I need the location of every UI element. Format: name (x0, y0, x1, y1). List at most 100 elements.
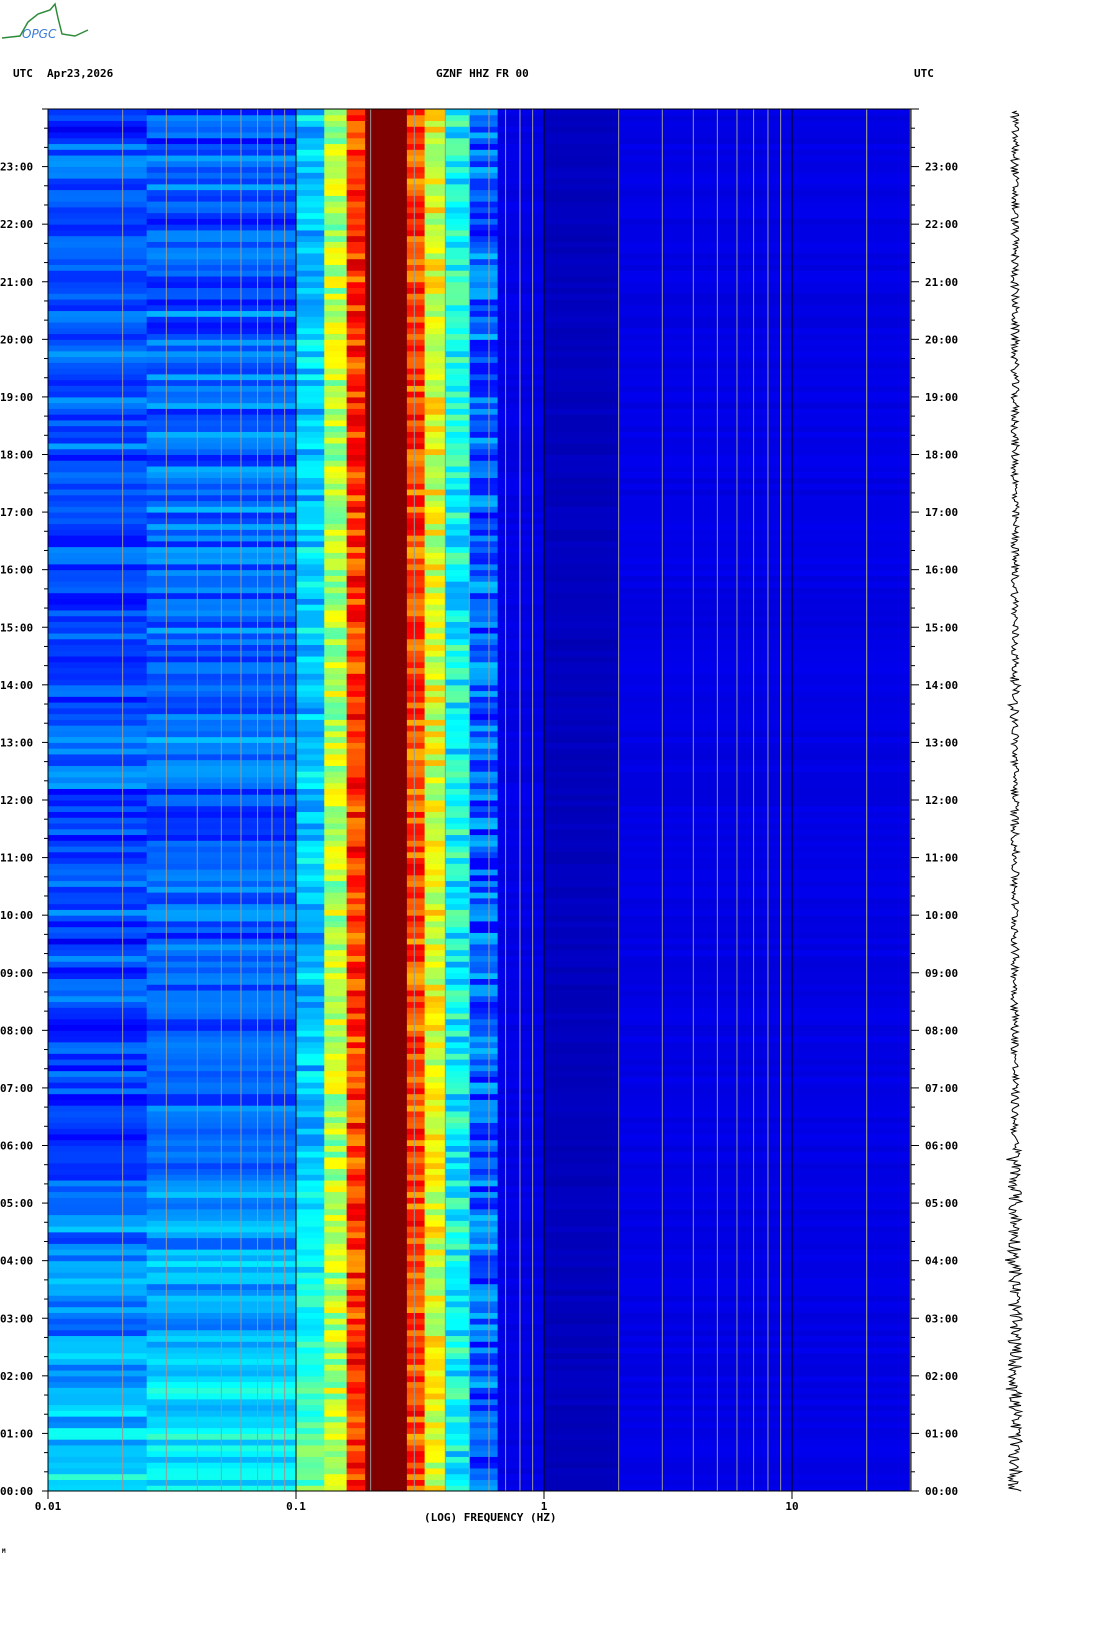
spectrogram-cell (296, 402, 325, 409)
spectrogram-cell (324, 880, 348, 887)
spectrogram-cell (48, 540, 148, 548)
spectrogram-cell (346, 1254, 366, 1262)
spectrogram-cell (469, 776, 499, 784)
spectrogram-cell (296, 483, 325, 490)
spectrogram-cell (324, 229, 348, 237)
spectrogram-cell (346, 1064, 366, 1072)
spectrogram-cell (48, 241, 148, 248)
spectrogram-cell (406, 362, 426, 369)
spectrogram-cell (424, 880, 446, 887)
spectrogram-cell (469, 949, 499, 956)
spectrogram-cell (469, 132, 499, 139)
spectrogram-cell (324, 1082, 348, 1089)
spectrogram-cell (296, 1404, 325, 1411)
spectrogram-cell (497, 1059, 545, 1066)
spectrogram-cell (346, 1047, 366, 1054)
spectrogram-cell (406, 477, 426, 484)
spectrogram-cell (445, 535, 470, 542)
spectrogram-cell (296, 1450, 325, 1457)
spectrogram-cell (324, 684, 348, 692)
spectrogram-cell (48, 132, 148, 139)
spectrogram-cell (497, 1289, 545, 1296)
spectrogram-cell (365, 1128, 408, 1135)
spectrogram-cell (324, 517, 348, 525)
spectrogram-cell (406, 1168, 426, 1175)
spectrogram-cell (48, 1249, 148, 1256)
spectrogram-cell (406, 1450, 426, 1457)
spectrogram-cell (48, 1364, 148, 1371)
spectrogram-cell (445, 834, 470, 841)
spectrogram-cell (469, 1283, 499, 1290)
spectrogram-cell (445, 840, 470, 847)
spectrogram-cell (445, 1024, 470, 1031)
spectrogram-cell (406, 1433, 426, 1440)
spectrogram-cell (469, 644, 499, 651)
spectrogram-cell (469, 1306, 499, 1313)
y-tick-label-left: 10:00 (0, 909, 33, 922)
spectrogram-cell (424, 523, 446, 530)
spectrogram-cell (544, 1128, 620, 1135)
spectrogram-cell (445, 644, 470, 651)
spectrogram-cell (424, 247, 446, 254)
spectrogram-cell (346, 909, 366, 916)
spectrogram-cell (296, 650, 325, 657)
spectrogram-cell (497, 753, 545, 761)
spectrogram-cell (324, 206, 348, 214)
spectrogram-cell (544, 690, 620, 697)
spectrogram-cell (346, 765, 366, 772)
spectrogram-cell (424, 1076, 446, 1083)
spectrogram-cell (48, 897, 148, 905)
spectrogram-cell (324, 132, 348, 139)
spectrogram-cell (445, 523, 470, 530)
spectrogram-cell (469, 1375, 499, 1383)
spectrogram-cell (424, 598, 446, 605)
spectrogram-cell (406, 920, 426, 928)
spectrogram-cell (544, 535, 620, 542)
spectrogram-cell (544, 771, 620, 778)
spectrogram-cell (544, 132, 620, 139)
spectrogram-cell (445, 1110, 470, 1118)
spectrogram-cell (497, 264, 545, 271)
spectrogram-cell (406, 293, 426, 300)
spectrogram-cell (48, 638, 148, 646)
spectrogram-cell (497, 172, 545, 179)
spectrogram-cell (48, 730, 148, 738)
spectrogram-cell (346, 316, 366, 323)
spectrogram-cell (469, 546, 499, 553)
y-tick-label-left: 21:00 (0, 276, 33, 289)
spectrogram-cell (424, 466, 446, 473)
spectrogram-cell (424, 120, 446, 127)
spectrogram-cell (48, 172, 148, 179)
spectrogram-cell (424, 1370, 446, 1377)
spectrogram-cell (48, 800, 148, 807)
spectrogram-cell (424, 730, 446, 738)
spectrogram-cell (324, 1099, 348, 1106)
spectrogram-cell (346, 938, 366, 945)
spectrogram-cell (445, 1093, 470, 1100)
y-tick-label-right: 05:00 (925, 1197, 958, 1210)
spectrogram-cell (346, 1231, 366, 1239)
spectrogram-cell (48, 834, 148, 841)
spectrogram-cell (424, 1024, 446, 1031)
spectrogram-cell (406, 1018, 426, 1026)
spectrogram-cell (469, 529, 499, 536)
spectrogram-cell (48, 489, 148, 496)
spectrogram-cell (544, 794, 620, 801)
spectrogram-cell (324, 961, 348, 968)
spectrogram-cell (406, 1220, 426, 1227)
spectrogram-cell (48, 1456, 148, 1463)
y-tick-label-right: 16:00 (925, 564, 958, 577)
spectrogram-cell (406, 206, 426, 214)
spectrogram-cell (48, 650, 148, 657)
spectrogram-cell (497, 126, 545, 133)
spectrogram-cell (445, 1295, 470, 1302)
spectrogram-cell (424, 984, 446, 991)
spectrogram-cell (469, 932, 499, 939)
spectrogram-cell (406, 972, 426, 980)
spectrogram-cell (296, 926, 325, 933)
spectrogram-cell (346, 1283, 366, 1290)
spectrogram-cell (544, 500, 620, 507)
spectrogram-cell (48, 995, 148, 1003)
spectrogram-cell (48, 604, 148, 611)
spectrogram-cell (346, 558, 366, 565)
